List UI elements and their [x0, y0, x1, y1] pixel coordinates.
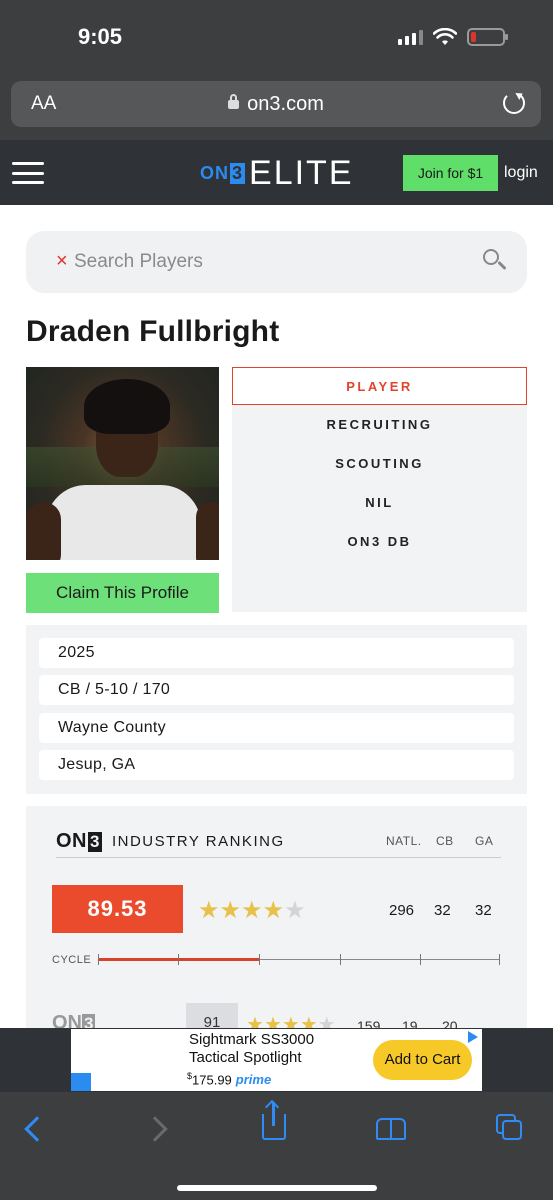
player-info: 2025 CB / 5-10 / 170 Wayne County Jesup,… [26, 625, 527, 794]
star-filled-icon: ★ [299, 1014, 318, 1028]
rating-score: 89.53 [52, 885, 183, 933]
ranking-title: INDUSTRY RANKING [111, 833, 285, 850]
star-filled-icon: ★ [262, 897, 285, 924]
forward-icon[interactable] [142, 1116, 168, 1142]
status-icons [398, 28, 508, 46]
reload-icon[interactable] [503, 92, 525, 114]
star-filled-icon: ★ [198, 897, 220, 924]
search-input[interactable]: Search Players [74, 251, 203, 273]
tab-recruiting[interactable]: RECRUITING [232, 406, 527, 444]
tab-nil[interactable]: NIL [232, 484, 527, 522]
position-rank: 32 [434, 902, 451, 919]
menu-icon[interactable] [12, 162, 44, 184]
natl-rank: 296 [389, 902, 415, 919]
state-rank: 32 [475, 902, 492, 919]
star-rating: ★★★★★ [198, 896, 306, 925]
ad-choices-icon[interactable] [468, 1031, 478, 1043]
login-link[interactable]: login [504, 164, 538, 182]
home-indicator [177, 1185, 377, 1191]
bookmarks-icon[interactable] [376, 1118, 408, 1140]
wifi-icon [433, 28, 457, 45]
on3-state-rank: 20 [442, 1018, 458, 1028]
page-content: × Search Players Draden Fullbright Claim… [0, 205, 553, 1028]
claim-profile-button[interactable]: Claim This Profile [26, 573, 219, 613]
info-class-year: 2025 [39, 638, 514, 668]
prime-logo: prime [235, 1072, 272, 1088]
divider [56, 857, 501, 858]
star-filled-icon: ★ [246, 1014, 264, 1028]
industry-ranking-card: ON 3 INDUSTRY RANKING NATL. CB GA 89.53 ★… [26, 806, 527, 1028]
cellular-signal-icon [398, 29, 423, 45]
on3-rating-logo: ON 3 [52, 1012, 96, 1028]
tabs-icon[interactable] [496, 1114, 524, 1142]
ad-banner[interactable]: Sightmark SS3000 Tactical Spotlight $175… [71, 1029, 482, 1091]
star-filled-icon: ★ [241, 897, 263, 924]
profile-tabs: PLAYER RECRUITING SCOUTING NIL ON3 DB [232, 367, 527, 612]
lock-icon [228, 94, 240, 109]
browser-top-bar: 9:05 AA on3.com [0, 0, 553, 140]
browser-toolbar [0, 1092, 553, 1200]
tab-on3-db[interactable]: ON3 DB [232, 523, 527, 561]
player-photo [26, 367, 219, 560]
address-bar[interactable]: AA on3.com [11, 81, 541, 127]
info-high-school: Wayne County [39, 713, 514, 743]
star-filled-icon: ★ [281, 1014, 300, 1028]
star-empty-icon: ★ [284, 897, 306, 924]
col-natl: NATL. [386, 834, 422, 848]
on3-natl-rank: 159 [357, 1018, 381, 1028]
clear-search-icon[interactable]: × [56, 250, 68, 273]
join-button[interactable]: Join for $1 [403, 155, 498, 191]
ad-product-title[interactable]: Sightmark SS3000 Tactical Spotlight [189, 1031, 314, 1067]
on3-position-rank: 19 [402, 1018, 418, 1028]
url-text: on3.com [247, 93, 324, 115]
logo-elite-text: ELITE [249, 154, 354, 192]
on3-rating-score: 91 [186, 1003, 238, 1028]
player-name: Draden Fullbright [26, 315, 280, 348]
site-header: ON 3 ELITE Join for $1 login [0, 140, 553, 205]
tab-scouting[interactable]: SCOUTING [232, 445, 527, 483]
add-to-cart-button[interactable]: Add to Cart [373, 1040, 472, 1080]
ad-info-icon[interactable] [71, 1073, 91, 1091]
status-time: 9:05 [78, 24, 123, 49]
search-players[interactable]: × Search Players [26, 231, 527, 293]
share-icon[interactable] [262, 1102, 286, 1140]
ranking-header: ON 3 INDUSTRY RANKING [56, 830, 285, 853]
star-filled-icon: ★ [219, 897, 242, 924]
tab-player[interactable]: PLAYER [232, 367, 527, 405]
on3-star-rating: ★★★★★ [246, 1012, 336, 1028]
url-display[interactable]: on3.com [11, 93, 541, 116]
info-hometown: Jesup, GA [39, 750, 514, 780]
ad-price: $175.99 prime [187, 1071, 272, 1088]
cycle-label: CYCLE [52, 954, 92, 966]
star-empty-icon: ★ [317, 1014, 336, 1028]
col-position: CB [436, 834, 454, 848]
star-filled-icon: ★ [263, 1014, 282, 1028]
on3-elite-logo[interactable]: ON 3 ELITE [200, 154, 354, 193]
info-position-measurables: CB / 5-10 / 170 [39, 675, 514, 705]
on3-logo: ON 3 [56, 830, 102, 852]
back-icon[interactable] [24, 1116, 50, 1142]
battery-icon [467, 28, 508, 46]
search-icon[interactable] [483, 249, 507, 273]
col-state: GA [475, 834, 494, 848]
